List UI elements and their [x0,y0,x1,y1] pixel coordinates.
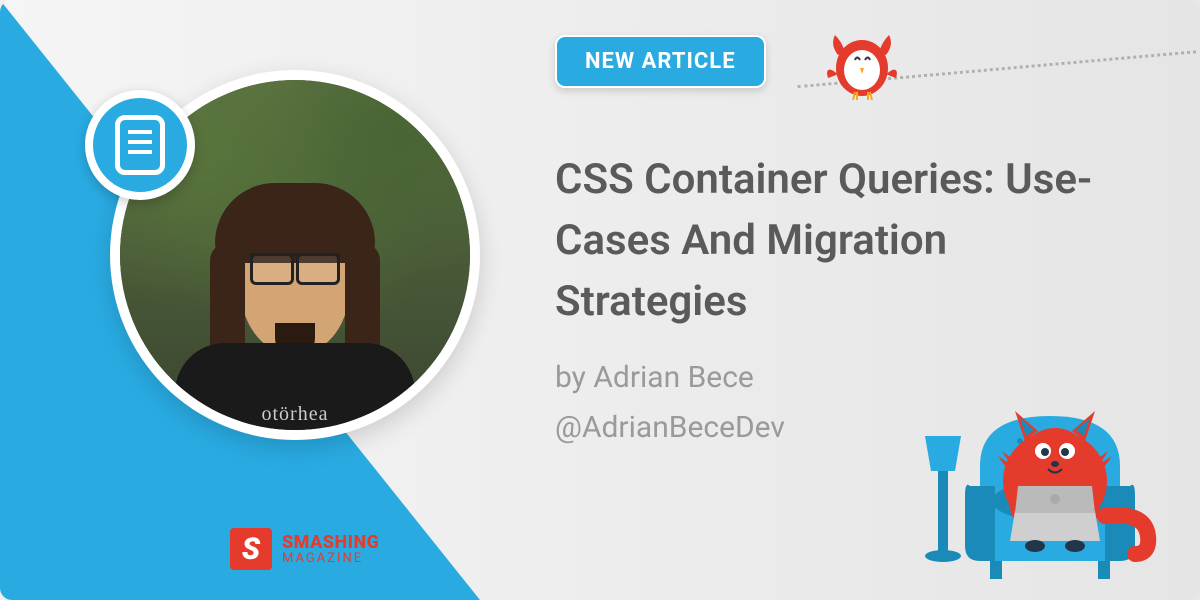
article-card: otörhea NEW ARTICLE CSS Container Querie… [0,0,1200,600]
new-article-badge: NEW ARTICLE [555,35,766,88]
author-handle: @AdrianBeceDev [555,410,785,445]
brand-logo: S SMASHING MAGAZINE [230,528,379,570]
avatar-shirt-text: otörhea [175,343,415,426]
brand-mark: S [230,528,272,570]
byline-prefix: by [555,360,593,395]
document-badge [85,90,195,200]
cat-mascot-icon [920,336,1180,600]
bird-mascot-icon [820,20,905,109]
brand-tagline: MAGAZINE [282,552,379,565]
article-title: CSS Container Queries: Use-Cases And Mig… [555,150,1120,333]
brand-name: SMASHING [282,534,379,552]
author-name: Adrian Bece [593,360,754,395]
document-icon [115,115,165,175]
author-byline: by Adrian Bece [555,360,754,395]
